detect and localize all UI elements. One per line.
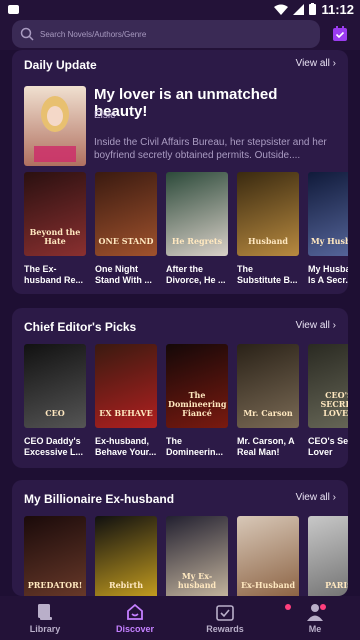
calendar-checkin-icon[interactable]: [331, 25, 349, 43]
cover-title: Husband: [247, 236, 289, 246]
view-all-link[interactable]: View all ›: [296, 58, 336, 69]
status-bar: 11:12: [0, 0, 360, 18]
book-card[interactable]: ONE STAND One Night Stand With ...: [95, 172, 157, 286]
section-title: My Billionaire Ex-husband: [24, 492, 175, 506]
search-placeholder: Search Novels/Authors/Genre: [40, 29, 147, 39]
chief-editor-section: Chief Editor's Picks View all › CEO CEO D…: [12, 308, 348, 468]
book-title[interactable]: The Substitute B...: [237, 264, 299, 286]
book-title[interactable]: Mr. Carson, A Real Man!: [237, 436, 299, 458]
book-card[interactable]: PREDATOR!: [24, 516, 86, 596]
cover-title: EX BEHAVE: [99, 408, 153, 418]
book-card[interactable]: Husband The Substitute B...: [237, 172, 299, 286]
cover-title: Beyond the Hate: [29, 227, 81, 246]
book-title[interactable]: Ex-husband, Behave Your...: [95, 436, 157, 458]
book-title[interactable]: The Domineerin...: [166, 436, 228, 458]
section-title: Daily Update: [24, 58, 97, 72]
cover-title: Rebirth: [108, 580, 144, 590]
cover-title: He Regrets: [171, 236, 223, 246]
book-cover[interactable]: He Regrets: [166, 172, 228, 256]
book-title[interactable]: One Night Stand With ...: [95, 264, 157, 286]
cover-title: ONE STAND: [98, 236, 154, 246]
book-card[interactable]: Mr. Carson Mr. Carson, A Real Man!: [237, 344, 299, 458]
book-cover[interactable]: Beyond the Hate: [24, 172, 86, 256]
book-card[interactable]: Beyond the Hate The Ex-husband Re...: [24, 172, 86, 286]
cover-title: CEO'S SECRET LOVER: [320, 390, 348, 418]
daily-update-section: Daily Update View all › My lover is an u…: [12, 50, 348, 294]
chevron-right-icon: ›: [332, 320, 336, 331]
book-card[interactable]: Rebirth: [95, 516, 157, 596]
book-cover[interactable]: EX BEHAVE: [95, 344, 157, 428]
book-card[interactable]: CEO'S SECRET LOVER CEO's Secret Lover: [308, 344, 348, 458]
view-all-link[interactable]: View all ›: [296, 492, 336, 503]
book-card[interactable]: My Husband My Husband Is A Secr...: [308, 172, 348, 286]
rewards-icon: [216, 605, 234, 621]
cover-title: My Ex-husband: [177, 571, 217, 590]
featured-description: Inside the Civil Affairs Bureau, her ste…: [94, 137, 327, 161]
nav-discover[interactable]: Discover: [90, 596, 180, 640]
book-cover[interactable]: Ex-Husband: [237, 516, 299, 596]
book-cover[interactable]: Rebirth: [95, 516, 157, 596]
book-title[interactable]: My Husband Is A Secr...: [308, 264, 348, 286]
book-title[interactable]: The Ex-husband Re...: [24, 264, 86, 286]
nav-library[interactable]: Library: [0, 596, 90, 640]
bottom-nav: Library Discover Rewards Me: [0, 596, 360, 640]
nav-rewards[interactable]: Rewards: [180, 596, 291, 640]
search-input[interactable]: Search Novels/Authors/Genre: [12, 20, 320, 48]
book-cover[interactable]: The Domineering Fiancé: [166, 344, 228, 428]
book-card[interactable]: CEO CEO Daddy's Excessive L...: [24, 344, 86, 458]
search-icon: [20, 27, 34, 41]
featured-author: Elsie: [94, 110, 116, 121]
me-badge: [320, 604, 326, 610]
book-title[interactable]: After the Divorce, He ...: [166, 264, 228, 286]
featured-title[interactable]: My lover is an unmatched beauty!: [94, 86, 334, 120]
battery-icon: [309, 3, 317, 15]
cover-title: The Domineering Fiancé: [168, 390, 227, 418]
chevron-right-icon: ›: [332, 492, 336, 503]
top-bar: Search Novels/Authors/Genre: [0, 18, 360, 50]
book-cover[interactable]: PREDATOR!: [24, 516, 86, 596]
book-cover[interactable]: PARIS: [308, 516, 348, 596]
notification-icon: [8, 4, 19, 14]
book-card[interactable]: EX BEHAVE Ex-husband, Behave Your...: [95, 344, 157, 458]
section-title: Chief Editor's Picks: [24, 320, 137, 334]
book-cover[interactable]: My Ex-husband: [166, 516, 228, 596]
billionaire-section: My Billionaire Ex-husband View all › PRE…: [12, 480, 348, 596]
library-icon: [38, 604, 52, 620]
book-card[interactable]: He Regrets After the Divorce, He ...: [166, 172, 228, 286]
status-time: 11:12: [321, 1, 354, 17]
nav-me[interactable]: Me: [270, 596, 360, 640]
view-all-link[interactable]: View all ›: [296, 320, 336, 331]
book-card[interactable]: My Ex-husband: [166, 516, 228, 596]
signal-icon: [293, 3, 305, 15]
cover-title: PREDATOR!: [27, 580, 83, 590]
discover-icon: [127, 603, 143, 620]
cover-title: PARIS: [325, 580, 348, 590]
cover-title: Ex-Husband: [240, 580, 296, 590]
book-card[interactable]: Ex-Husband: [237, 516, 299, 596]
book-title[interactable]: CEO Daddy's Excessive L...: [24, 436, 86, 458]
cover-title: My Husband: [310, 236, 348, 246]
book-title[interactable]: CEO's Secret Lover: [308, 436, 348, 458]
featured-cover[interactable]: [24, 86, 86, 166]
book-cover[interactable]: Mr. Carson: [237, 344, 299, 428]
book-cover[interactable]: ONE STAND: [95, 172, 157, 256]
book-card[interactable]: PARIS: [308, 516, 348, 596]
book-card[interactable]: The Domineering Fiancé The Domineerin...: [166, 344, 228, 458]
book-cover[interactable]: Husband: [237, 172, 299, 256]
wifi-icon: [274, 4, 289, 15]
cover-title: CEO: [45, 408, 65, 418]
book-cover[interactable]: CEO'S SECRET LOVER: [308, 344, 348, 428]
chevron-right-icon: ›: [332, 58, 336, 69]
cover-title: Mr. Carson: [243, 408, 293, 418]
book-cover[interactable]: My Husband: [308, 172, 348, 256]
book-cover[interactable]: CEO: [24, 344, 86, 428]
